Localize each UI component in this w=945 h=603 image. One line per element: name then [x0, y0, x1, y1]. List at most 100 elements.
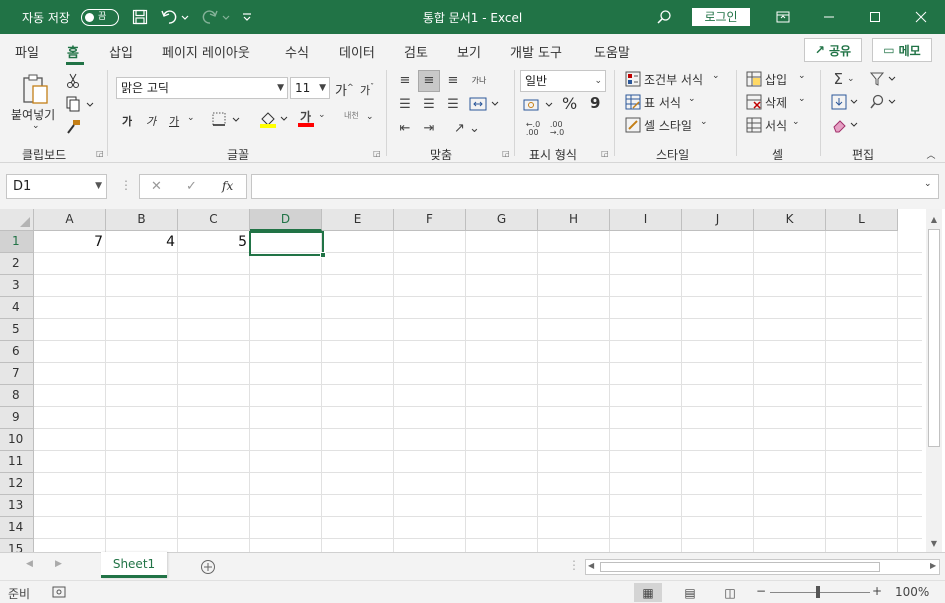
prev-sheet-icon[interactable]: ◀	[26, 559, 33, 569]
active-cell-d1[interactable]	[249, 231, 324, 256]
chevron-down-icon[interactable]: ⌄	[792, 117, 800, 127]
undo-icon[interactable]	[158, 6, 192, 28]
close-icon[interactable]	[898, 0, 944, 34]
enter-icon[interactable]: ✓	[186, 179, 197, 194]
minimize-icon[interactable]	[806, 0, 852, 34]
column-header-f[interactable]: F	[394, 209, 466, 231]
zoom-level[interactable]: 100%	[895, 585, 929, 599]
chevron-down-icon[interactable]: ⌄	[700, 117, 708, 127]
normal-view-icon[interactable]: ▦	[634, 583, 662, 602]
search-icon[interactable]	[653, 6, 675, 28]
increase-decimal-icon[interactable]: ←.0.00	[522, 119, 544, 139]
expand-formula-icon[interactable]: ⌄	[924, 179, 932, 189]
cancel-icon[interactable]: ✕	[151, 179, 162, 194]
zoom-out-icon[interactable]: −	[756, 584, 766, 598]
align-left-icon[interactable]: ☰	[396, 95, 414, 113]
column-header-d[interactable]: D	[250, 209, 322, 231]
underline-dropdown-icon[interactable]: ⌄	[187, 113, 195, 123]
tab-help[interactable]: 도움말	[594, 42, 630, 61]
paste-icon[interactable]	[18, 72, 54, 106]
tab-home[interactable]: 홈	[67, 42, 79, 61]
delete-button[interactable]: 삭제	[765, 94, 787, 111]
zoom-in-icon[interactable]: +	[872, 584, 882, 598]
row-header-3[interactable]: 3	[0, 275, 34, 297]
vertical-scroll-thumb[interactable]	[928, 229, 940, 447]
align-top-icon[interactable]: ≡	[396, 71, 414, 89]
row-header-9[interactable]: 9	[0, 407, 34, 429]
ribbon-display-icon[interactable]	[760, 0, 806, 34]
insert-function-button[interactable]: fx	[222, 179, 233, 193]
decrease-indent-icon[interactable]: ⇤	[396, 119, 414, 137]
tab-insert[interactable]: 삽입	[109, 42, 133, 61]
tab-developer[interactable]: 개발 도구	[510, 42, 562, 61]
accounting-format-icon[interactable]	[521, 95, 557, 115]
row-header-5[interactable]: 5	[0, 319, 34, 341]
horizontal-scrollbar[interactable]: ◀ ▶	[585, 559, 940, 575]
column-header-a[interactable]: A	[34, 209, 106, 231]
tab-view[interactable]: 보기	[457, 42, 481, 61]
row-header-6[interactable]: 6	[0, 341, 34, 363]
scroll-right-icon[interactable]: ▶	[930, 561, 936, 570]
select-all-button[interactable]	[0, 209, 34, 231]
split-grip[interactable]: ⋮	[568, 558, 580, 572]
column-header-g[interactable]: G	[466, 209, 538, 231]
orientation-icon[interactable]: 가나	[468, 70, 490, 90]
column-header-i[interactable]: I	[610, 209, 682, 231]
column-header-j[interactable]: J	[682, 209, 754, 231]
border-icon[interactable]	[210, 110, 242, 128]
decrease-decimal-icon[interactable]: .00 →.0	[546, 119, 568, 139]
vertical-scrollbar[interactable]: ▲ ▼	[926, 209, 942, 552]
clipboard-launcher-icon[interactable]: ◲	[96, 149, 104, 158]
clear-icon[interactable]	[830, 116, 860, 134]
name-box[interactable]: D1 ▼	[6, 174, 107, 199]
increase-indent-icon[interactable]: ⇥	[420, 119, 438, 137]
fill-icon[interactable]	[830, 93, 860, 111]
new-sheet-icon[interactable]	[199, 558, 217, 576]
chevron-down-icon[interactable]: ⌄	[798, 71, 806, 81]
page-break-view-icon[interactable]: ◫	[716, 583, 744, 602]
fill-color-icon[interactable]	[257, 108, 291, 130]
chevron-down-icon[interactable]: ⌄	[688, 94, 696, 104]
increase-font-size-button[interactable]: 가^	[335, 80, 354, 99]
row-header-4[interactable]: 4	[0, 297, 34, 319]
align-center-icon[interactable]: ☰	[420, 95, 438, 113]
column-header-c[interactable]: C	[178, 209, 250, 231]
cell-area[interactable]	[34, 231, 922, 552]
number-format-combo[interactable]: 일반 ⌄	[520, 70, 606, 92]
formula-input[interactable]: ⌄	[251, 174, 939, 199]
sort-filter-icon[interactable]	[868, 70, 898, 88]
accessibility-icon[interactable]	[50, 584, 68, 600]
tab-data[interactable]: 데이터	[339, 42, 375, 61]
font-name-combo[interactable]: 맑은 고딕 ▼	[116, 77, 288, 99]
cell-c1[interactable]: 5	[178, 231, 250, 253]
align-bottom-icon[interactable]: ≡	[444, 71, 462, 89]
copy-icon[interactable]	[64, 95, 96, 113]
row-header-13[interactable]: 13	[0, 495, 34, 517]
format-as-table-button[interactable]: 표 서식	[644, 94, 681, 111]
sheet-tab-sheet1[interactable]: Sheet1	[101, 552, 167, 578]
customize-qat-icon[interactable]	[236, 6, 258, 28]
tab-file[interactable]: 파일	[15, 42, 39, 61]
row-header-7[interactable]: 7	[0, 363, 34, 385]
tab-formulas[interactable]: 수식	[285, 42, 309, 61]
zoom-slider-thumb[interactable]	[816, 586, 820, 598]
horizontal-scroll-thumb[interactable]	[600, 562, 880, 572]
redo-icon[interactable]	[199, 6, 233, 28]
next-sheet-icon[interactable]: ▶	[55, 559, 62, 569]
column-header-h[interactable]: H	[538, 209, 610, 231]
fill-handle[interactable]	[320, 252, 326, 258]
column-header-e[interactable]: E	[322, 209, 394, 231]
format-painter-icon[interactable]	[64, 118, 82, 136]
chevron-down-icon[interactable]: ⌄	[798, 94, 806, 104]
column-header-l[interactable]: L	[826, 209, 898, 231]
row-header-14[interactable]: 14	[0, 517, 34, 539]
number-launcher-icon[interactable]: ◲	[601, 149, 609, 158]
comma-button[interactable]: 9	[590, 94, 600, 112]
font-color-icon[interactable]: 가 ⌄	[296, 108, 330, 130]
italic-button[interactable]: 가	[146, 113, 156, 129]
row-header-12[interactable]: 12	[0, 473, 34, 495]
cell-b1[interactable]: 4	[106, 231, 178, 253]
share-button[interactable]: ↗ 공유	[804, 38, 862, 62]
paste-dropdown-icon[interactable]: ⌄	[32, 121, 40, 131]
collapse-ribbon-icon[interactable]: ︿	[924, 148, 938, 161]
